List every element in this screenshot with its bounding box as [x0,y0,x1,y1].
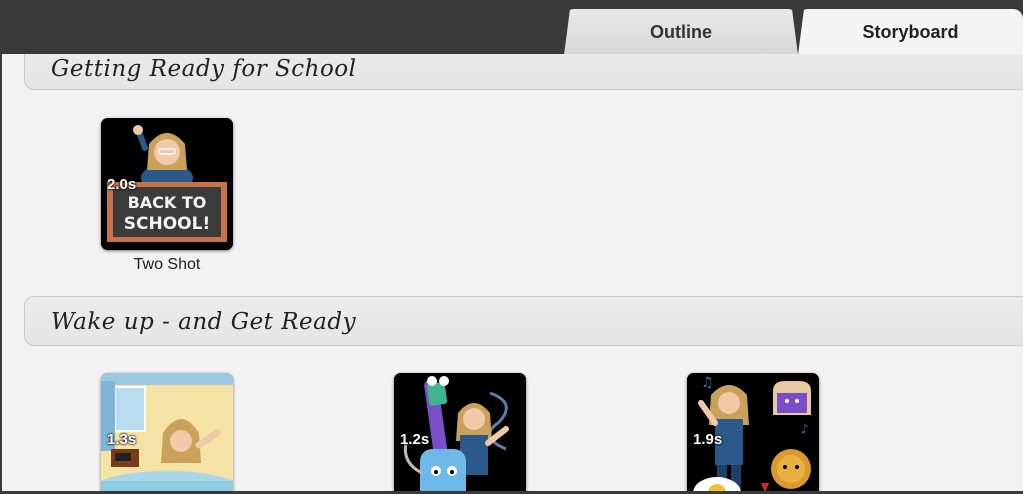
section-title: Getting Ready for School [51,56,357,82]
chalkboard-text-line2: SCHOOL! [124,214,210,234]
section-header-getting-ready[interactable]: Getting Ready for School [24,54,1023,90]
shot-duration: 1.3s [107,431,137,448]
tab-storyboard[interactable]: Storyboard [798,9,1023,55]
shot-duration: 1.9s [693,431,723,448]
tab-storyboard-label: Storyboard [862,21,959,42]
tab-outline[interactable]: Outline [564,9,798,55]
tab-outline-label: Outline [650,21,712,42]
shot-duration: 2.0s [107,176,137,193]
shot-thumbnail-bedroom[interactable]: 1.3s [101,373,233,491]
section-header-wake-up[interactable]: Wake up - and Get Ready [24,296,1023,346]
shot-thumbnail-two-shot[interactable]: BACK TO SCHOOL! 2.0s [101,118,233,250]
shot-label: Two Shot [133,256,201,273]
shot-thumbnail-breakfast[interactable]: ♫ ♪ 1.9s [687,373,819,491]
chalkboard-text-line1: BACK TO [128,193,207,212]
shot-thumbnail-toothbrush[interactable]: 1.2s [394,373,526,491]
storyboard-canvas: Getting Ready for School BACK TO SCHOOL!… [2,54,1023,491]
section-title: Wake up - and Get Ready [51,309,357,335]
shot-duration: 1.2s [400,431,430,448]
svg-text:♪: ♪ [801,422,809,436]
top-toolbar: Outline Storyboard [0,0,1023,55]
svg-text:♫: ♫ [701,375,714,391]
